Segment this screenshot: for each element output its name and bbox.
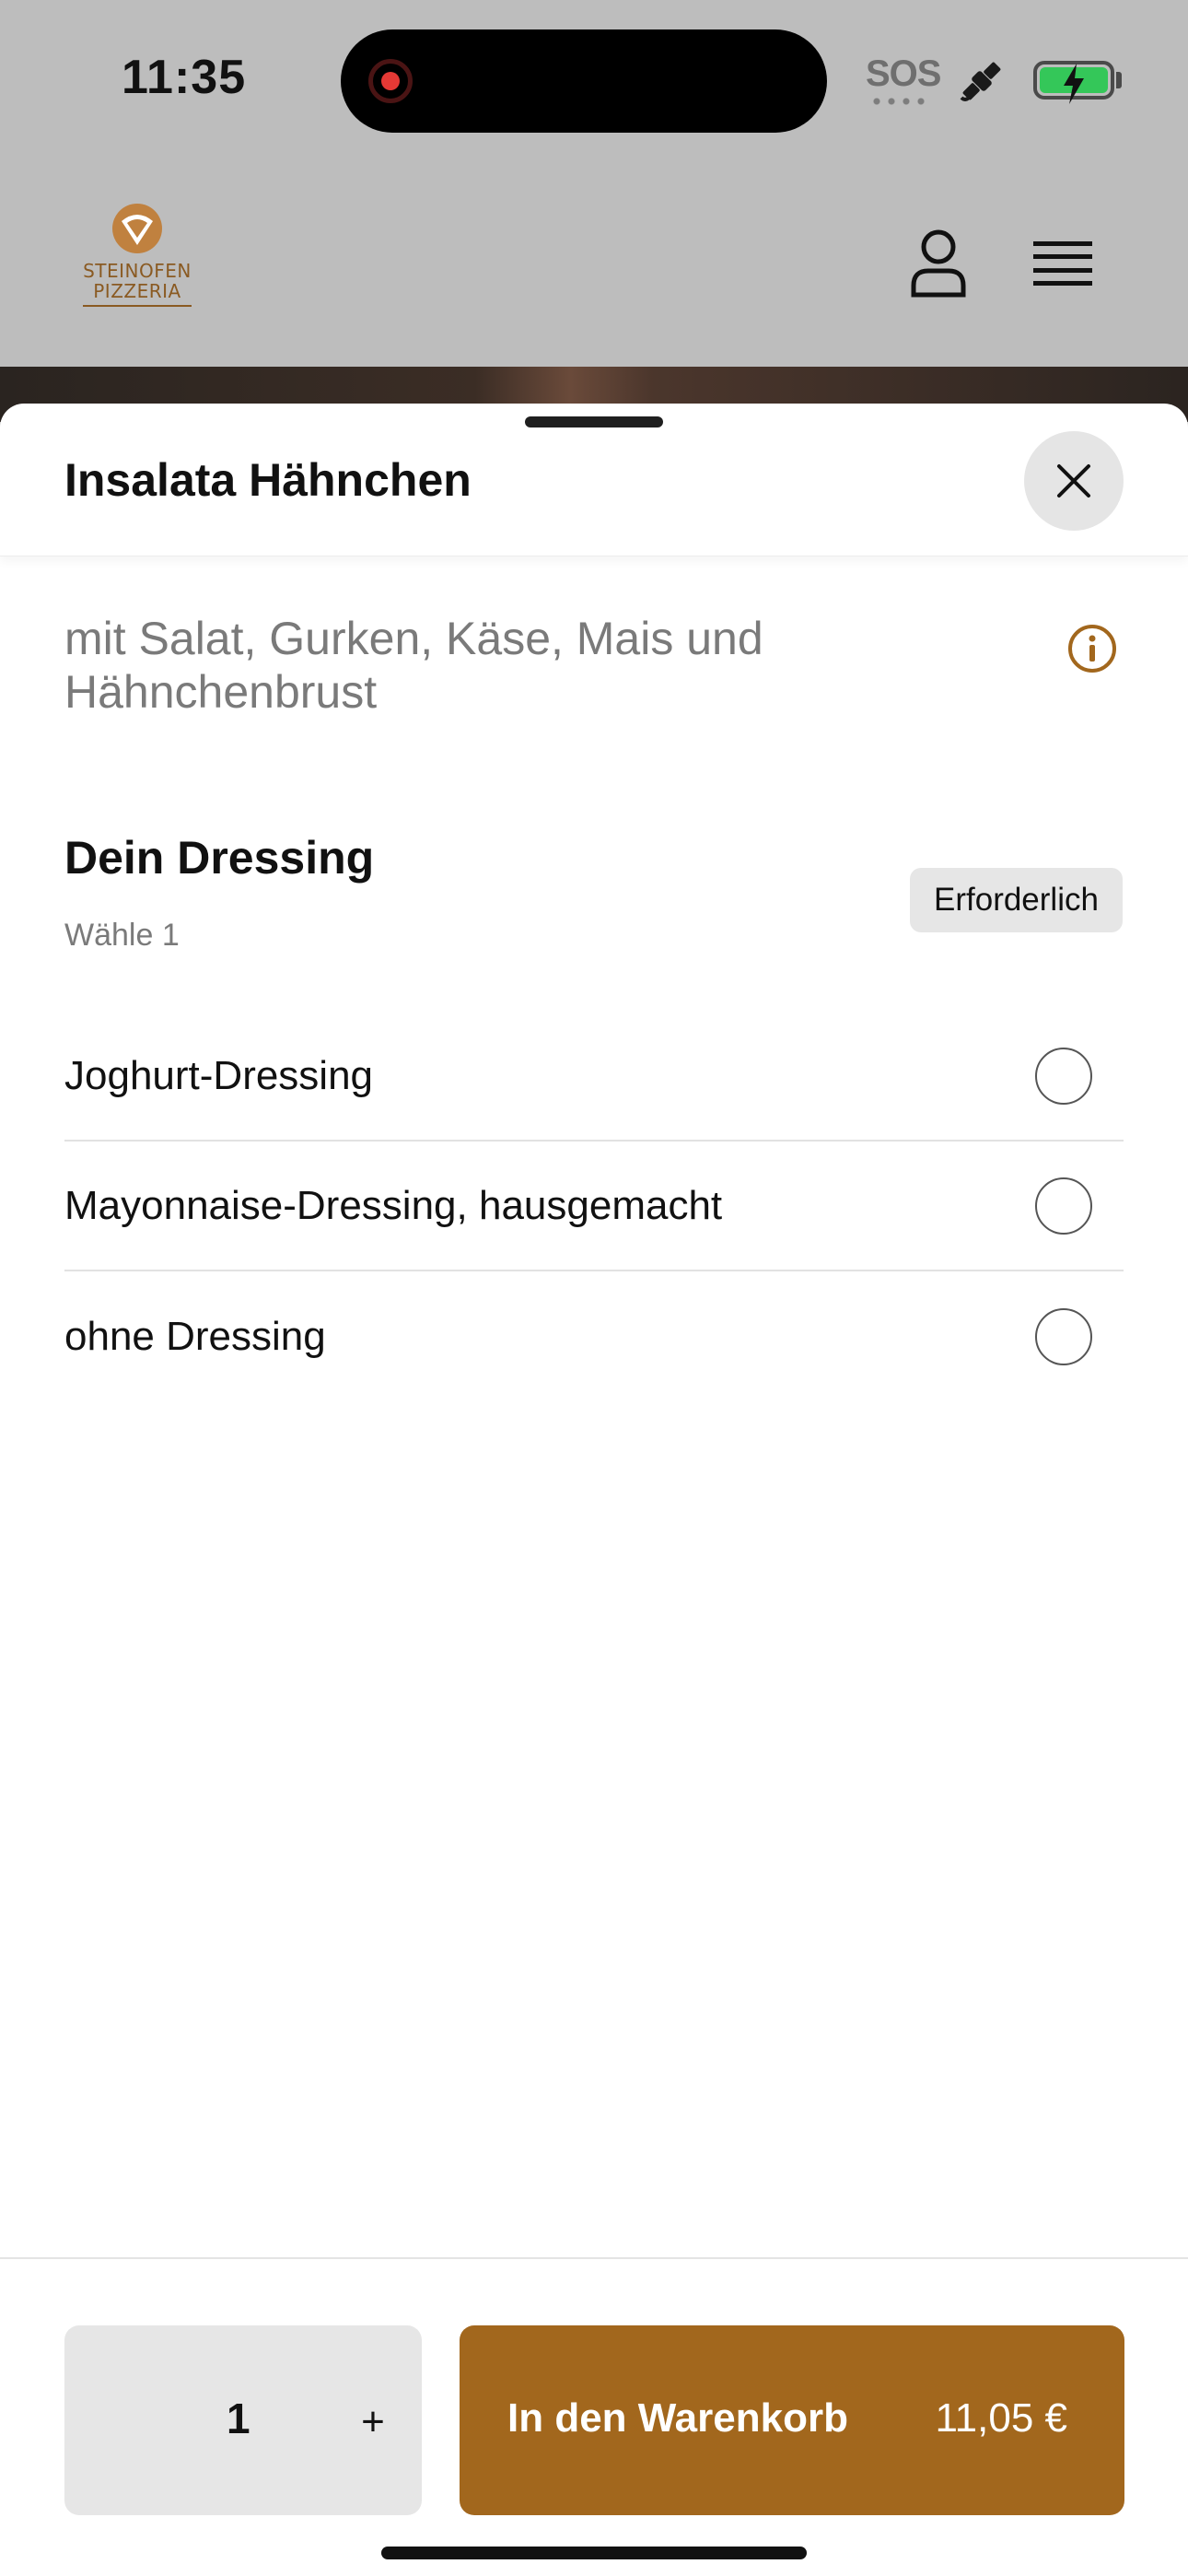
logo-line-1: STEINOFEN: [83, 260, 192, 282]
product-title: Insalata Hähnchen: [64, 454, 472, 506]
close-icon: [1057, 464, 1090, 498]
sheet-grabber[interactable]: [525, 416, 663, 427]
menu-icon[interactable]: [1033, 240, 1092, 287]
option-label: Mayonnaise-Dressing, hausgemacht: [64, 1182, 723, 1228]
quantity-stepper: 1 +: [64, 2325, 422, 2515]
radio-button[interactable]: [1035, 1047, 1092, 1105]
info-icon[interactable]: [1066, 623, 1118, 674]
logo-underline: [83, 305, 192, 307]
logo-line-2: PIZZERIA: [93, 280, 181, 302]
product-sheet: Insalata Hähnchen mit Salat, Gurken, Käs…: [0, 404, 1188, 2576]
home-indicator[interactable]: [381, 2547, 807, 2559]
status-time: 11:35: [122, 51, 247, 104]
sheet-header: Insalata Hähnchen: [0, 404, 1188, 556]
radio-button[interactable]: [1035, 1177, 1092, 1235]
sos-signal-dots: [869, 98, 928, 105]
product-description: mit Salat, Gurken, Käse, Mais und Hähnch…: [64, 613, 763, 718]
increase-quantity-button[interactable]: +: [332, 2381, 414, 2464]
satellite-icon: [960, 62, 1001, 101]
dressing-group-subtitle: Wähle 1: [64, 918, 180, 953]
radio-button[interactable]: [1035, 1307, 1092, 1365]
add-to-cart-button[interactable]: In den Warenkorb 11,05 €: [460, 2325, 1124, 2515]
option-label: Joghurt-Dressing: [64, 1052, 374, 1098]
option-ohne-dressing[interactable]: ohne Dressing: [64, 1271, 1124, 1401]
steinofen-pizzeria-logo[interactable]: STEINOFEN PIZZERIA: [79, 203, 195, 332]
close-button[interactable]: [1024, 431, 1124, 531]
recording-icon: [368, 59, 413, 103]
sos-indicator: SOS: [866, 53, 941, 94]
user-icon[interactable]: [910, 228, 967, 299]
battery-charging-icon: [1033, 61, 1114, 104]
dynamic-island: [341, 29, 827, 133]
dressing-group-title: Dein Dressing: [64, 832, 375, 884]
required-badge: Erforderlich: [910, 868, 1123, 932]
pizza-oven-icon: [112, 204, 162, 253]
order-footer: 1 + In den Warenkorb 11,05 €: [0, 2257, 1188, 2576]
dressing-options: Joghurt-Dressing Mayonnaise-Dressing, ha…: [64, 1012, 1124, 1401]
option-label: ohne Dressing: [64, 1313, 326, 1359]
battery-cap: [1116, 72, 1122, 88]
add-to-cart-price: 11,05 €: [935, 2395, 1067, 2441]
site-header: STEINOFEN PIZZERIA: [0, 166, 1188, 367]
add-to-cart-label: In den Warenkorb: [507, 2395, 848, 2441]
status-bar: 11:35 SOS: [0, 0, 1188, 166]
option-joghurt-dressing[interactable]: Joghurt-Dressing: [64, 1012, 1124, 1142]
quantity-value: 1: [227, 2395, 250, 2442]
option-mayonnaise-dressing[interactable]: Mayonnaise-Dressing, hausgemacht: [64, 1142, 1124, 1271]
